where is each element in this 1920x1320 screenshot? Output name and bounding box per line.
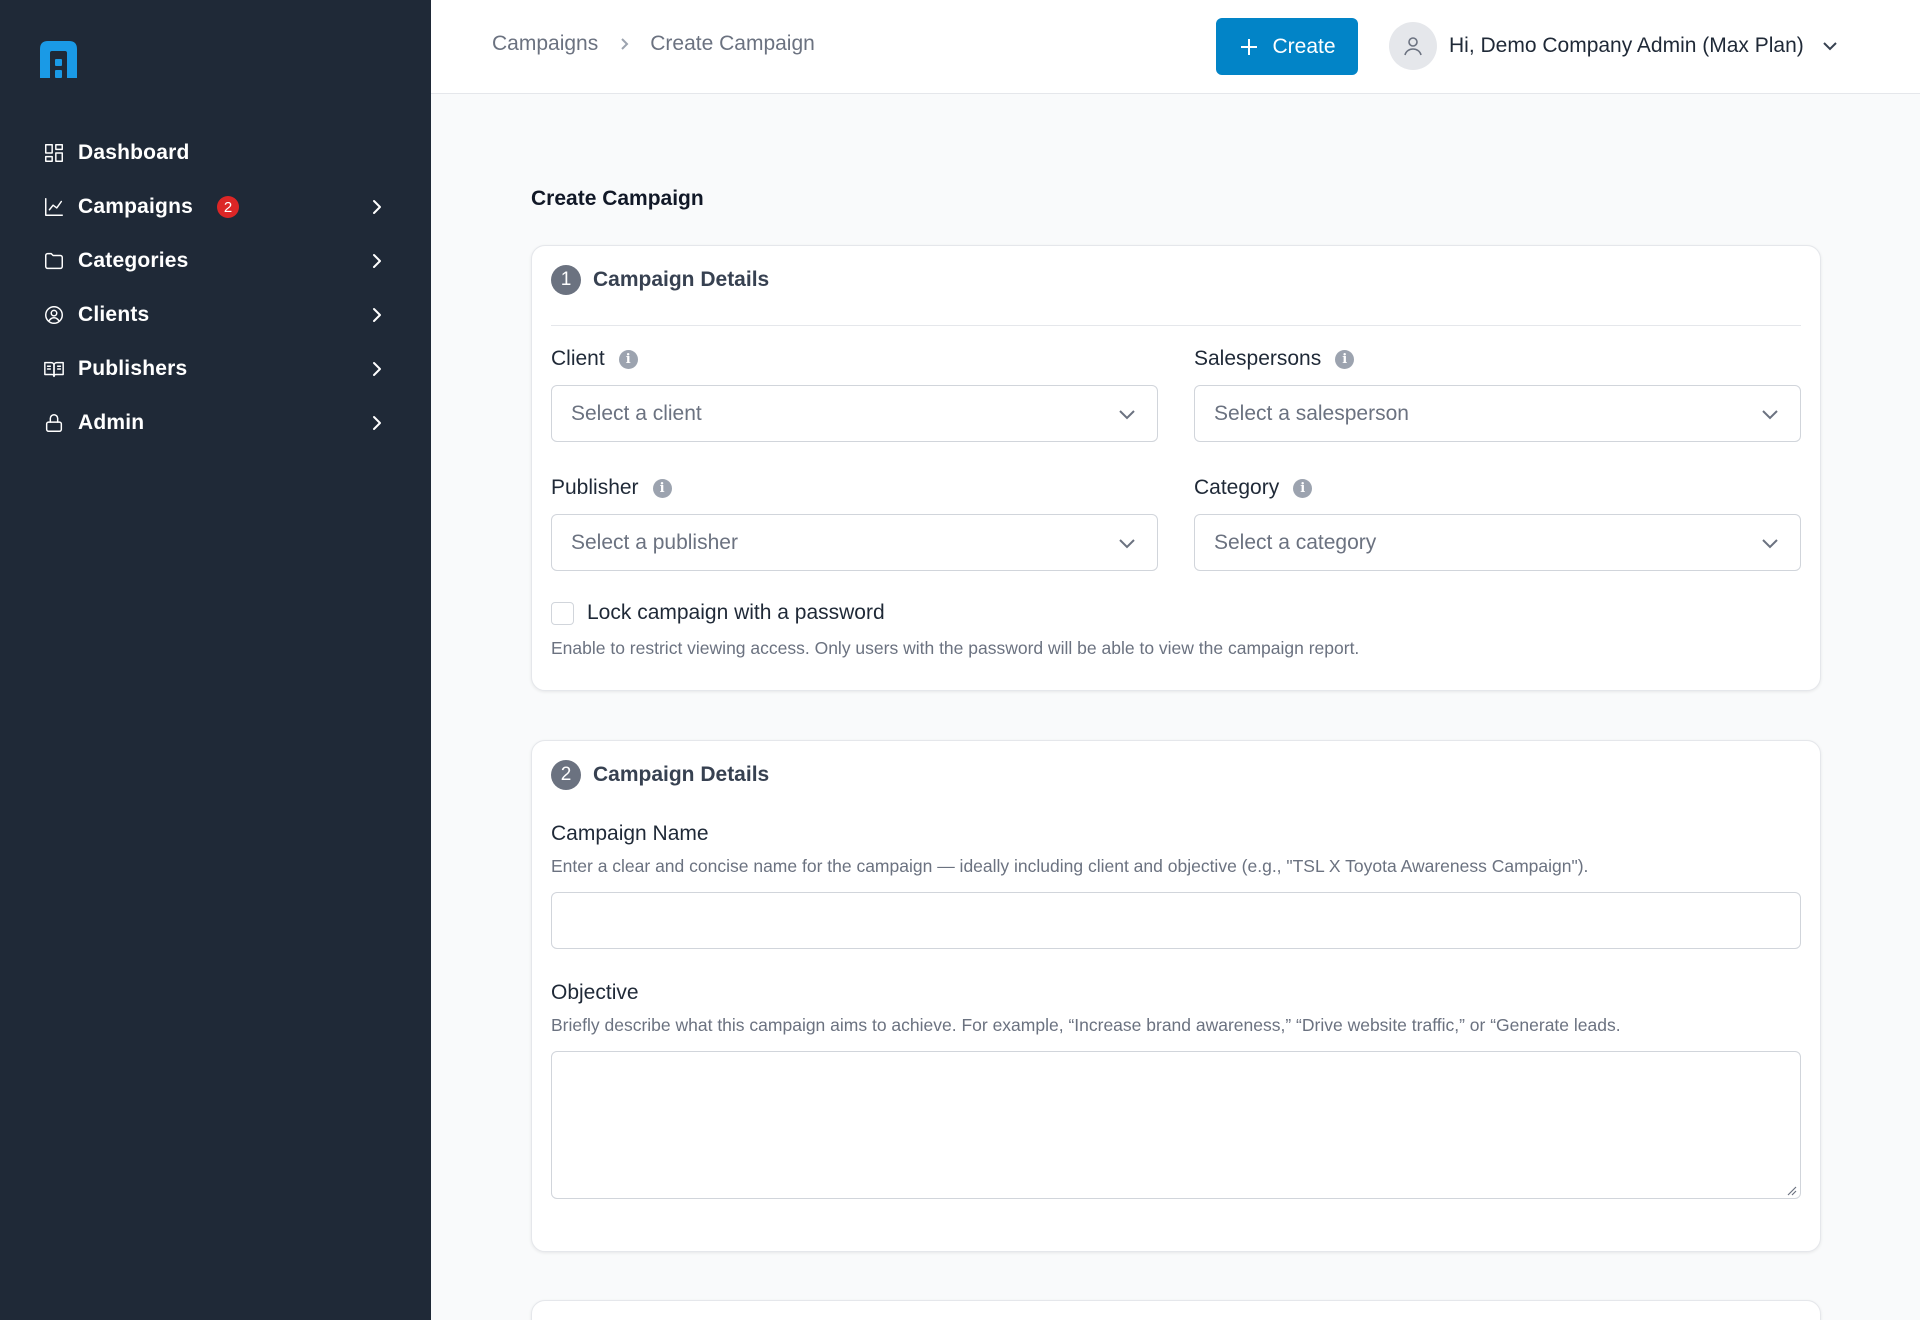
dashboard-icon xyxy=(42,141,66,165)
sidebar-item-categories[interactable]: Categories xyxy=(0,234,431,288)
category-select[interactable]: Select a category xyxy=(1194,514,1801,571)
sidebar-item-dashboard[interactable]: Dashboard xyxy=(0,126,431,180)
chevron-right-icon xyxy=(367,413,387,433)
app-logo[interactable] xyxy=(36,37,81,82)
objective-textarea[interactable] xyxy=(551,1051,1801,1199)
folder-icon xyxy=(42,249,66,273)
sidebar-item-label: Admin xyxy=(78,411,145,434)
sidebar-item-label: Dashboard xyxy=(78,141,190,164)
publisher-label: Publisher i xyxy=(551,476,672,500)
chevron-right-icon xyxy=(367,359,387,379)
user-circle-icon xyxy=(42,303,66,327)
lock-password-checkbox[interactable] xyxy=(551,601,574,625)
publisher-select-placeholder: Select a publisher xyxy=(571,530,738,554)
info-icon[interactable]: i xyxy=(1293,478,1313,498)
lock-password-label[interactable]: Lock campaign with a password xyxy=(587,601,885,625)
campaign-details-card: 1 Campaign Details Client i Select a cli… xyxy=(531,245,1821,691)
info-icon[interactable]: i xyxy=(618,349,638,369)
chevron-down-icon xyxy=(1758,402,1782,426)
client-select-placeholder: Select a client xyxy=(571,401,702,425)
sidebar-item-label: Publishers xyxy=(78,357,188,380)
lock-password-help: Enable to restrict viewing access. Only … xyxy=(551,638,1360,658)
page-title: Create Campaign xyxy=(531,187,704,210)
chart-line-icon xyxy=(42,195,66,219)
next-section-card xyxy=(531,1300,1821,1320)
chevron-right-icon xyxy=(367,197,387,217)
top-header: Campaigns Create Campaign Create Hi, Dem… xyxy=(431,0,1920,94)
client-select[interactable]: Select a client xyxy=(551,385,1158,442)
chevron-right-icon xyxy=(616,36,632,52)
sidebar-item-label: Categories xyxy=(78,249,189,272)
book-open-icon xyxy=(42,357,66,381)
card-header: 2 Campaign Details xyxy=(551,760,769,790)
resize-grip-icon[interactable] xyxy=(1785,1183,1797,1196)
salespersons-label-text: Salespersons xyxy=(1194,347,1322,370)
breadcrumb-campaigns-link[interactable]: Campaigns xyxy=(492,32,598,56)
user-menu[interactable]: Hi, Demo Company Admin (Max Plan) xyxy=(1389,22,1840,70)
step-number: 1 xyxy=(551,265,581,295)
sidebar-item-label: Campaigns xyxy=(78,195,193,218)
chevron-right-icon xyxy=(367,251,387,271)
salespersons-label: Salespersons i xyxy=(1194,347,1355,371)
sidebar-item-clients[interactable]: Clients xyxy=(0,288,431,342)
category-label-text: Category xyxy=(1194,476,1280,499)
salesperson-select-placeholder: Select a salesperson xyxy=(1214,401,1409,425)
sidebar-item-campaigns[interactable]: Campaigns 2 xyxy=(0,180,431,234)
card-header: 1 Campaign Details xyxy=(551,265,769,295)
campaign-info-card: 2 Campaign Details Campaign Name Enter a… xyxy=(531,740,1821,1252)
lock-password-row: Lock campaign with a password xyxy=(551,601,885,625)
plus-icon xyxy=(1241,38,1258,55)
user-greeting: Hi, Demo Company Admin (Max Plan) xyxy=(1449,34,1804,57)
client-label: Client i xyxy=(551,347,638,371)
client-label-text: Client xyxy=(551,347,605,370)
user-icon xyxy=(1404,37,1422,56)
notification-badge: 2 xyxy=(217,196,239,218)
campaign-name-help: Enter a clear and concise name for the c… xyxy=(551,856,1589,876)
category-select-placeholder: Select a category xyxy=(1214,530,1377,554)
info-icon[interactable]: i xyxy=(652,478,672,498)
chevron-down-icon xyxy=(1115,402,1139,426)
card-title: Campaign Details xyxy=(593,268,770,291)
sidebar-nav: Dashboard Campaigns 2 Categories Clients xyxy=(0,126,431,450)
sidebar-item-label: Clients xyxy=(78,303,150,326)
publisher-label-text: Publisher xyxy=(551,476,639,499)
avatar xyxy=(1389,22,1437,70)
sidebar: Dashboard Campaigns 2 Categories Clients xyxy=(0,0,431,1320)
objective-help: Briefly describe what this campaign aims… xyxy=(551,1015,1621,1035)
sidebar-item-admin[interactable]: Admin xyxy=(0,396,431,450)
objective-label: Objective xyxy=(551,981,639,1004)
campaign-name-input[interactable] xyxy=(551,892,1801,949)
breadcrumb-current: Create Campaign xyxy=(650,32,815,55)
info-icon[interactable]: i xyxy=(1335,349,1355,369)
create-button-label: Create xyxy=(1272,34,1336,58)
chevron-down-icon xyxy=(1758,531,1782,555)
chevron-down-icon xyxy=(1820,36,1840,56)
sidebar-item-publishers[interactable]: Publishers xyxy=(0,342,431,396)
chevron-down-icon xyxy=(1115,531,1139,555)
chevron-right-icon xyxy=(367,305,387,325)
publisher-select[interactable]: Select a publisher xyxy=(551,514,1158,571)
card-title: Campaign Details xyxy=(593,763,770,786)
lock-icon xyxy=(42,411,66,435)
campaign-name-label: Campaign Name xyxy=(551,822,709,845)
create-button[interactable]: Create xyxy=(1216,18,1358,75)
divider xyxy=(551,325,1801,326)
salesperson-select[interactable]: Select a salesperson xyxy=(1194,385,1801,442)
step-number: 2 xyxy=(551,760,581,790)
breadcrumb: Campaigns Create Campaign xyxy=(492,32,815,56)
category-label: Category i xyxy=(1194,476,1313,500)
